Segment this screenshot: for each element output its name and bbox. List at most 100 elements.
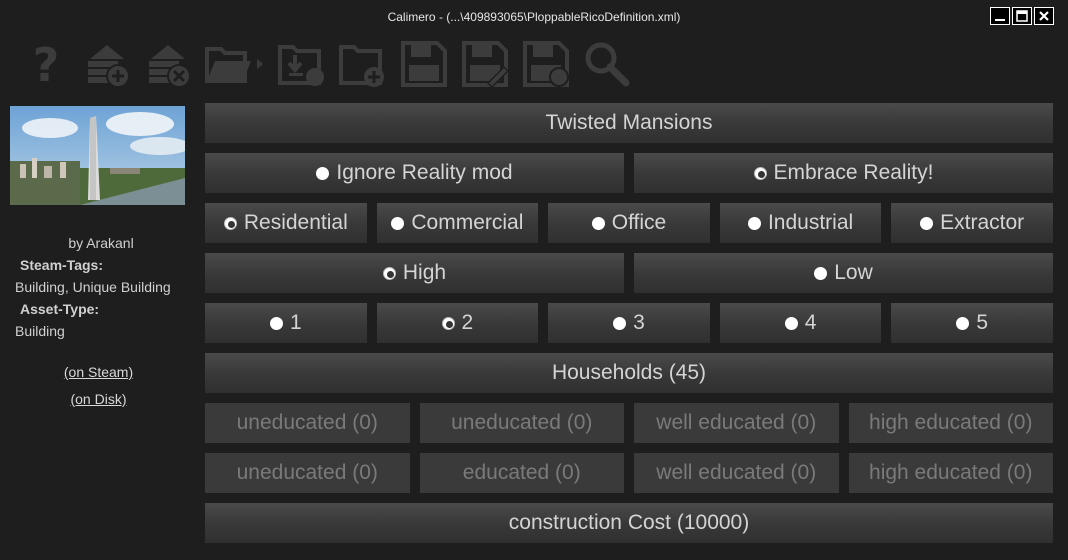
on-disk-link[interactable]: (on Disk): [0, 386, 197, 413]
workers-row-2: uneducated (0) educated (0) well educated …: [205, 453, 1053, 493]
maximize-button[interactable]: [1012, 7, 1032, 25]
level-radio-icon: [441, 316, 455, 330]
reality-option[interactable]: Ignore Reality mod: [205, 153, 624, 193]
density-label: Low: [834, 261, 873, 284]
service-radio-icon: [223, 216, 237, 230]
app-window: Calimero - (...\409893065\PloppableRicoD…: [0, 0, 1068, 560]
reality-radio-icon: [316, 166, 330, 180]
workers-field[interactable]: uneducated (0): [419, 403, 624, 443]
workers-field[interactable]: uneducated (0): [205, 403, 410, 443]
service-label: Commercial: [411, 211, 524, 234]
service-radio-icon: [591, 216, 605, 230]
service-option[interactable]: Commercial: [376, 203, 539, 243]
on-steam-link[interactable]: (on Steam): [0, 359, 197, 386]
service-label: Industrial: [767, 211, 854, 234]
service-option[interactable]: Residential: [205, 203, 367, 243]
search-icon: [585, 42, 630, 87]
density-option[interactable]: Low: [634, 253, 1053, 293]
level-option[interactable]: 3: [548, 303, 710, 343]
steam-tags-value: Building, Unique Building: [15, 279, 171, 295]
service-label: Residential: [243, 211, 348, 234]
level-row: 1 2 3 4 5: [205, 303, 1053, 343]
author-text: by Arakanl: [68, 235, 134, 251]
toolbar: ?: [20, 36, 633, 92]
level-label: 1: [289, 311, 302, 334]
workers-field[interactable]: well educated (0): [634, 403, 839, 443]
help-icon: ?: [33, 39, 60, 89]
asset-info: by Arakanl Steam-Tags: Building, Unique …: [0, 232, 197, 342]
minimize-button[interactable]: [990, 7, 1010, 25]
households-button[interactable]: Households (45): [205, 353, 1053, 393]
reality-label: Ignore Reality mod: [336, 161, 513, 184]
density-option[interactable]: High: [205, 253, 624, 293]
households-row: Households (45): [205, 353, 1053, 393]
level-label: 2: [461, 311, 474, 334]
help-button[interactable]: ?: [20, 37, 72, 91]
save-button[interactable]: [398, 37, 450, 91]
service-option[interactable]: Industrial: [719, 203, 882, 243]
building-thumbnail: [10, 106, 185, 205]
building-name-button[interactable]: Twisted Mansions: [205, 103, 1053, 143]
density-radio-icon: [814, 266, 828, 280]
construction-row: construction Cost (10000): [205, 503, 1053, 543]
level-option[interactable]: 1: [205, 303, 367, 343]
close-button[interactable]: [1034, 7, 1054, 25]
level-radio-icon: [269, 316, 283, 330]
level-option[interactable]: 4: [719, 303, 882, 343]
level-radio-icon: [613, 316, 627, 330]
title-bar: Calimero - (...\409893065\PloppableRicoD…: [0, 0, 1068, 32]
save-as-button[interactable]: [459, 37, 511, 91]
save-icon: [401, 41, 447, 87]
asset-links: (on Steam) (on Disk): [0, 359, 197, 413]
level-radio-icon: [956, 316, 970, 330]
workers-field[interactable]: uneducated (0): [205, 453, 410, 493]
level-option[interactable]: 2: [376, 303, 539, 343]
remove-building-icon: [149, 45, 191, 88]
import-icon: [278, 45, 324, 86]
svg-text:?: ?: [33, 39, 60, 89]
service-label: Office: [611, 211, 667, 234]
service-row: Residential Commercial Office Industrial Ext…: [205, 203, 1053, 243]
reality-label: Embrace Reality!: [773, 161, 934, 184]
reality-row: Ignore Reality mod Embrace Reality!: [205, 153, 1053, 193]
window-title: Calimero - (...\409893065\PloppableRicoD…: [387, 10, 681, 24]
search-button[interactable]: [581, 37, 633, 91]
add-building-button[interactable]: [81, 37, 133, 91]
service-radio-icon: [747, 216, 761, 230]
minimize-icon: [995, 19, 1005, 21]
new-file-button[interactable]: [337, 37, 389, 91]
asset-type-label: Asset-Type:: [20, 301, 100, 317]
service-radio-icon: [391, 216, 405, 230]
steam-tags-label: Steam-Tags:: [20, 257, 103, 273]
open-folder-icon: [205, 47, 263, 83]
import-button[interactable]: [276, 37, 328, 91]
density-radio-icon: [382, 266, 396, 280]
service-radio-icon: [920, 216, 934, 230]
close-icon: [1039, 11, 1049, 21]
window-controls: [990, 7, 1054, 25]
save-to-button[interactable]: [520, 37, 572, 91]
level-radio-icon: [784, 316, 798, 330]
density-row: High Low: [205, 253, 1053, 293]
construction-cost-button[interactable]: construction Cost (10000): [205, 503, 1053, 543]
new-file-icon: [339, 45, 384, 87]
service-option[interactable]: Extractor: [891, 203, 1053, 243]
open-folder-button[interactable]: [203, 37, 267, 91]
workers-field[interactable]: well educated (0): [634, 453, 839, 493]
workers-row-1: uneducated (0) uneducated (0) well educate…: [205, 403, 1053, 443]
level-label: 3: [633, 311, 645, 334]
save-as-icon: [462, 41, 510, 89]
workers-field[interactable]: high educated (0): [848, 403, 1053, 443]
name-row: Twisted Mansions: [205, 103, 1053, 143]
level-label: 5: [976, 311, 989, 334]
asset-type-value: Building: [15, 323, 65, 339]
service-option[interactable]: Office: [548, 203, 710, 243]
workers-field[interactable]: educated (0): [419, 453, 624, 493]
workers-field[interactable]: high educated (0): [848, 453, 1053, 493]
level-option[interactable]: 5: [891, 303, 1053, 343]
level-label: 4: [804, 311, 817, 334]
reality-option[interactable]: Embrace Reality!: [634, 153, 1053, 193]
add-building-icon: [88, 45, 130, 88]
remove-building-button[interactable]: [142, 37, 194, 91]
reality-radio-icon: [753, 166, 767, 180]
